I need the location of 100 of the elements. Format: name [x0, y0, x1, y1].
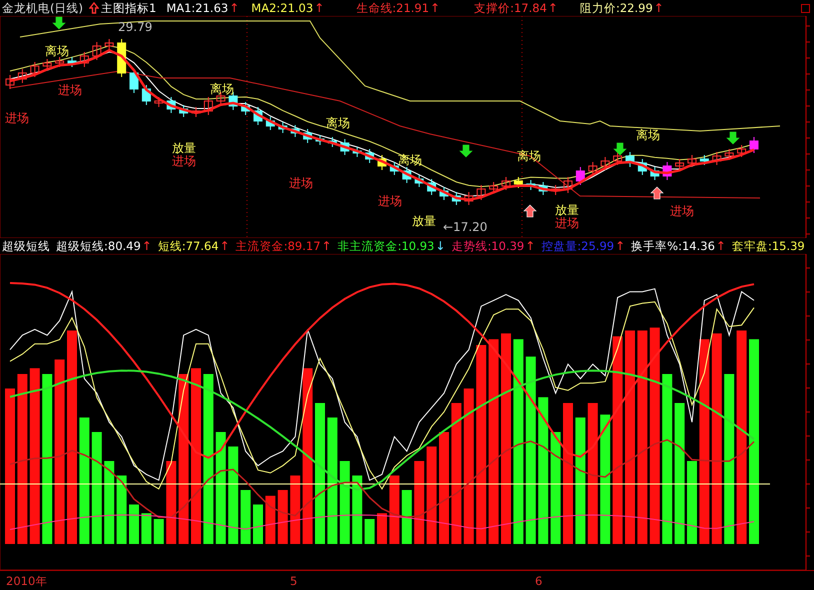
trend-arrow: ↑ — [314, 0, 324, 16]
candlestick — [526, 180, 536, 190]
candlestick — [378, 154, 386, 170]
indicator-bar — [377, 513, 387, 544]
candlestick — [737, 144, 746, 158]
window-icon[interactable] — [801, 4, 810, 12]
indicator-reading: 支撑价:17.84 — [474, 0, 547, 16]
indicator-bar — [389, 476, 400, 544]
indicator-reading: 短线:77.64 — [158, 238, 219, 254]
volume-signal-label: 放量 — [555, 203, 579, 217]
candlestick — [241, 102, 250, 116]
candlestick — [750, 136, 758, 154]
candlestick — [340, 138, 350, 156]
candlestick — [352, 146, 362, 158]
trend-arrow: ↑ — [430, 0, 440, 16]
indicator-bar — [154, 519, 164, 544]
indicator-reading: 套牢盘:15.39 — [732, 238, 805, 254]
entry-signal-label: 进场 — [172, 154, 196, 168]
candlestick — [538, 182, 548, 196]
candlestick — [638, 158, 647, 176]
up-arrow-icon — [650, 186, 664, 200]
price-label: ←17.20 — [443, 220, 488, 234]
candlestick — [154, 96, 164, 108]
down-arrow-icon — [52, 16, 66, 30]
candlestick — [278, 122, 288, 134]
indicator-bar — [129, 504, 139, 544]
candlestick — [316, 134, 324, 146]
exit-signal-label: 离场 — [45, 44, 69, 58]
indicator-name: 主图指标1 — [100, 0, 156, 16]
candlestick — [514, 176, 523, 188]
trend-arrow: ↑ — [615, 238, 626, 254]
candlestick — [55, 56, 64, 68]
down-arrow-icon — [459, 144, 473, 158]
entry-signal-label: 进场 — [670, 204, 694, 218]
indicator-bar — [265, 496, 276, 544]
indicator-bar — [278, 490, 288, 544]
candlestick — [626, 152, 634, 168]
candlestick — [427, 178, 436, 196]
trend-arrow: ↑ — [525, 238, 536, 254]
indicator-bar — [290, 476, 300, 544]
indicator-reading: 生命线:21.91 — [356, 0, 430, 16]
candlestick — [688, 154, 696, 168]
candlestick — [440, 186, 448, 200]
candlestick — [452, 192, 461, 206]
candlestick — [724, 148, 734, 160]
candlestick — [179, 104, 188, 118]
candlestick — [30, 62, 40, 78]
candlestick — [80, 52, 89, 68]
price-label: 29.79 — [118, 20, 152, 34]
indicator-reading: 非主流资金:10.93 — [338, 238, 434, 254]
indicator-reading: 超级短线:80.49 — [56, 238, 141, 254]
indicator-bar — [364, 519, 375, 544]
candlestick — [365, 148, 374, 164]
candlestick — [266, 116, 275, 130]
candlestick — [650, 166, 660, 180]
candlestick — [303, 128, 312, 144]
candlestick — [551, 184, 560, 196]
candlestick — [588, 162, 598, 176]
down-arrow-icon — [613, 142, 627, 156]
candlestick — [712, 152, 722, 166]
indicator-reading: MA2:21.03 — [251, 0, 314, 16]
candlestick — [402, 166, 412, 184]
indicator-bar — [402, 490, 412, 544]
entry-signal-label: 进场 — [378, 194, 402, 208]
date-label: 5 — [290, 573, 298, 590]
date-label: 2010年 — [6, 573, 48, 590]
trend-arrow: ↑ — [142, 238, 152, 254]
candlestick — [489, 182, 498, 194]
entry-signal-label: 进场 — [555, 216, 579, 230]
trend-arrow: ↑ — [229, 0, 240, 16]
trend-arrow: ↑ — [654, 0, 664, 16]
indicator-bar — [141, 513, 152, 544]
candlestick — [204, 96, 213, 116]
indicator-bar — [352, 476, 362, 544]
candlestick — [600, 156, 610, 170]
entry-signal-label: 进场 — [58, 83, 82, 97]
candlestick — [166, 96, 176, 114]
volume-signal-label: 放量 — [172, 141, 196, 155]
candlestick — [290, 124, 300, 138]
indicator-name: 超级短线 — [2, 238, 50, 254]
indicator-reading: MA1:21.63 — [166, 0, 228, 16]
trend-arrow: ↑ — [716, 238, 726, 254]
candlestick — [613, 152, 622, 166]
candlestick — [414, 174, 424, 188]
candlestick — [700, 154, 709, 166]
candlestick — [476, 184, 486, 200]
candlestick — [6, 74, 14, 90]
candlestick — [675, 158, 684, 170]
candlestick — [328, 136, 337, 148]
candlestick — [142, 84, 151, 106]
indicator-reading: 控盘量:25.99 — [541, 238, 614, 254]
indicator-reading: 走势线:10.39 — [451, 238, 524, 254]
candlestick — [104, 38, 114, 50]
indicator-bar — [240, 490, 251, 544]
candlestick — [576, 166, 585, 186]
indicator-bar — [253, 504, 263, 544]
indicator-reading: 主流资金:89.17 — [236, 238, 321, 254]
candlestick — [117, 38, 126, 78]
indicator-reading: 阻力价:22.99 — [580, 0, 653, 16]
candlestick — [390, 162, 399, 176]
